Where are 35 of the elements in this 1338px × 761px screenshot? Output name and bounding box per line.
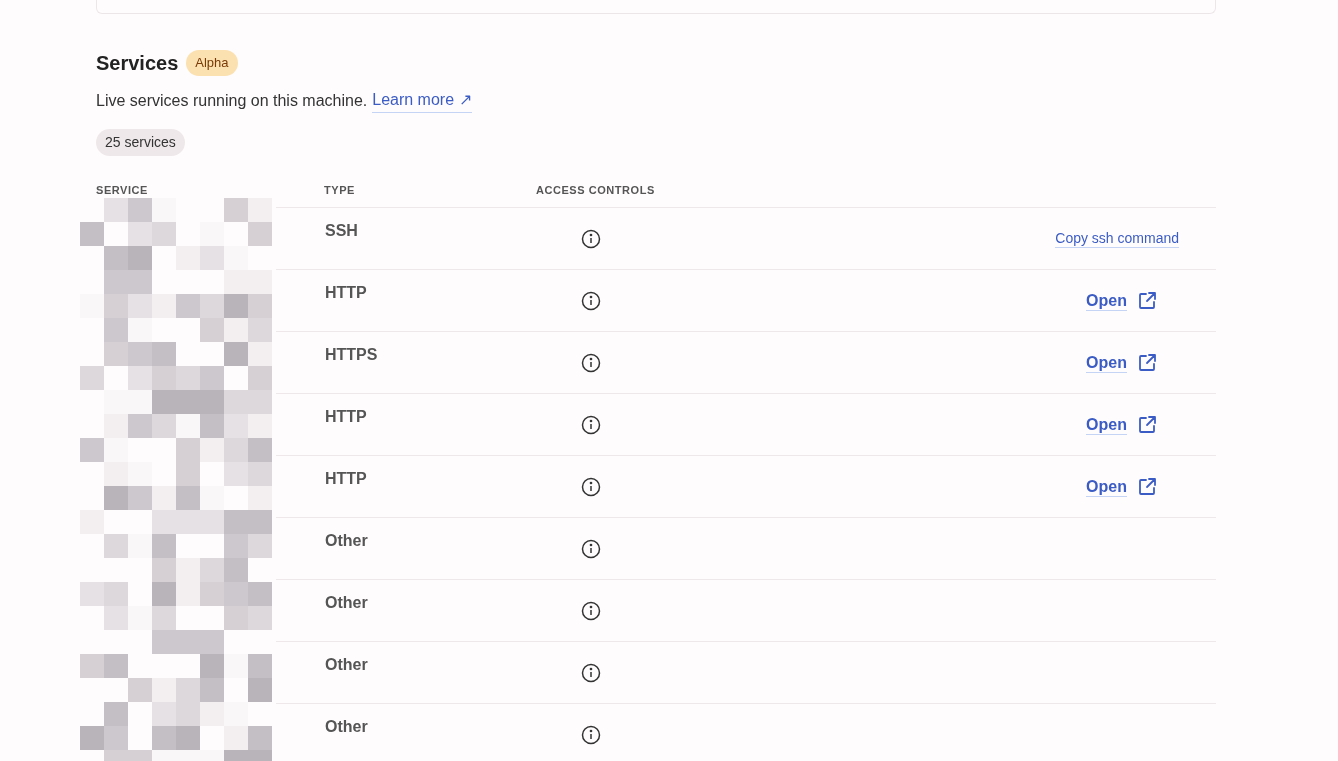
section-title: Services	[96, 51, 179, 76]
section-description: Live services running on this machine.	[96, 90, 368, 111]
column-header: TYPE	[324, 183, 356, 198]
info-icon[interactable]	[581, 228, 601, 249]
open-link[interactable]: Open	[1086, 476, 1127, 497]
open-link[interactable]: Open	[1086, 414, 1127, 435]
table-cell-text: HTTP	[324, 283, 368, 303]
info-icon[interactable]	[581, 662, 601, 683]
open-link[interactable]: Open	[1086, 290, 1127, 311]
external-link-icon[interactable]	[1137, 476, 1157, 497]
column-header: ACCESS CONTROLS	[536, 183, 655, 198]
alpha-badge: Alpha	[186, 50, 238, 76]
table-cell-text: SSH	[324, 221, 359, 241]
table-cell-text: Other	[324, 717, 369, 737]
table-cell-text: Other	[324, 531, 369, 551]
table-cell-text: HTTPS	[324, 345, 379, 365]
external-link-icon[interactable]	[1137, 290, 1157, 311]
external-link-icon[interactable]	[1137, 352, 1157, 373]
copy-ssh-link[interactable]: Copy ssh command	[1055, 229, 1179, 248]
table-cell-text: Other	[324, 655, 369, 675]
info-icon[interactable]	[581, 724, 601, 745]
info-icon[interactable]	[581, 600, 601, 621]
column-header: SERVICE	[96, 183, 149, 198]
learn-more-link[interactable]: Learn more ↗	[372, 88, 472, 113]
table-cell-text: HTTP	[324, 469, 368, 489]
external-link-icon[interactable]	[1137, 414, 1157, 435]
info-icon[interactable]	[581, 414, 601, 435]
info-icon[interactable]	[581, 290, 601, 311]
info-icon[interactable]	[581, 352, 601, 373]
table-cell-text: HTTP	[324, 407, 368, 427]
open-link[interactable]: Open	[1086, 352, 1127, 373]
info-icon[interactable]	[581, 476, 601, 497]
table-cell-text: Other	[324, 593, 369, 613]
info-icon[interactable]	[581, 538, 601, 559]
service-count: 25 services	[96, 129, 185, 156]
